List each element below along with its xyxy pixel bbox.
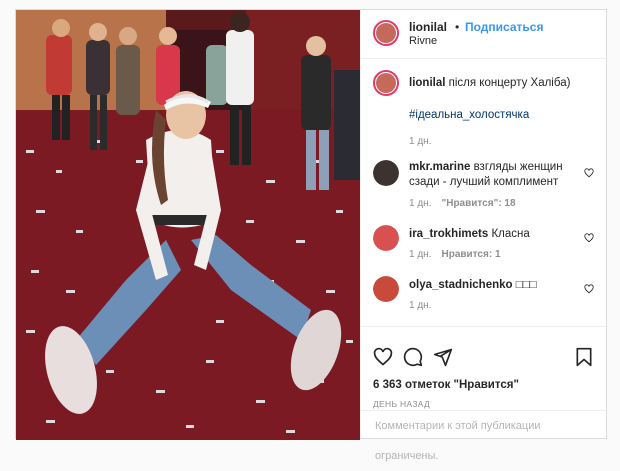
comment-username[interactable]: olya_stadnichenko [409,279,513,291]
post-header: lionilal • Подписаться Rivne [361,10,606,59]
caption: lionilal після концерту Халіба) #ідеальн… [361,70,606,147]
post-username[interactable]: lionilal [409,20,447,34]
comment-meta: 1 дн. "Нравится": 18 [409,198,516,209]
heart-icon[interactable] [373,347,393,367]
heart-icon[interactable] [584,233,594,243]
post-photo[interactable] [16,10,360,440]
likes-count[interactable]: 6 363 отметок "Нравится" [373,379,519,391]
comment-likes[interactable]: Нравится: 1 [441,249,500,260]
comment-username[interactable]: mkr.marine [409,161,470,173]
comment-meta: 1 дн. Нравится: 1 [409,249,501,260]
caption-time[interactable]: 1 дн. [409,136,431,147]
comment-avatar[interactable] [373,160,399,186]
post-date[interactable]: ДЕНЬ НАЗАД [373,399,430,409]
comment-text: Класна [491,228,530,240]
follow-button[interactable]: Подписаться [465,20,543,34]
heart-icon[interactable] [584,168,594,178]
photo-illustration [16,10,360,440]
share-icon[interactable] [433,347,453,367]
comments-list[interactable]: lionilal після концерту Халіба) #ідеальн… [361,58,606,326]
comment-time[interactable]: 1 дн. [409,249,431,260]
comment-time[interactable]: 1 дн. [409,300,431,311]
comment-avatar[interactable] [373,225,399,251]
hashtag-link[interactable]: #ідеальна_холостячка [409,109,529,121]
avatar[interactable] [373,20,399,46]
caption-avatar[interactable] [373,70,399,96]
comment-icon[interactable] [403,347,423,367]
location-link[interactable]: Rivne [409,35,437,47]
comment-item: olya_stadnichenko □□□ 1 дн. [361,276,606,320]
emoji-glyphs: □□□ [515,279,537,291]
comment-time[interactable]: 1 дн. [409,198,431,209]
caption-username[interactable]: lionilal [409,77,445,89]
caption-text: після концерту Халіба) [448,77,571,89]
post-card: lionilal • Подписаться Rivne lionilal пі… [15,9,607,462]
comment-avatar[interactable] [373,276,399,302]
bookmark-icon[interactable] [574,347,594,367]
post-actions: 6 363 отметок "Нравится" ДЕНЬ НАЗАД Комм… [361,326,606,462]
comments-closed-notice: Комментарии к этой публикации ограничены… [361,410,606,462]
post-sidebar: lionilal • Подписаться Rivne lionilal пі… [360,10,606,462]
heart-icon[interactable] [584,284,594,294]
separator-dot: • [455,20,460,34]
comment-likes[interactable]: "Нравится": 18 [441,198,515,209]
comment-item: mkr.marine взгляды женщин сзади - лучший… [361,158,606,218]
comment-item: ira_trokhimets Класна 1 дн. Нравится: 1 [361,225,606,269]
comment-username[interactable]: ira_trokhimets [409,228,488,240]
